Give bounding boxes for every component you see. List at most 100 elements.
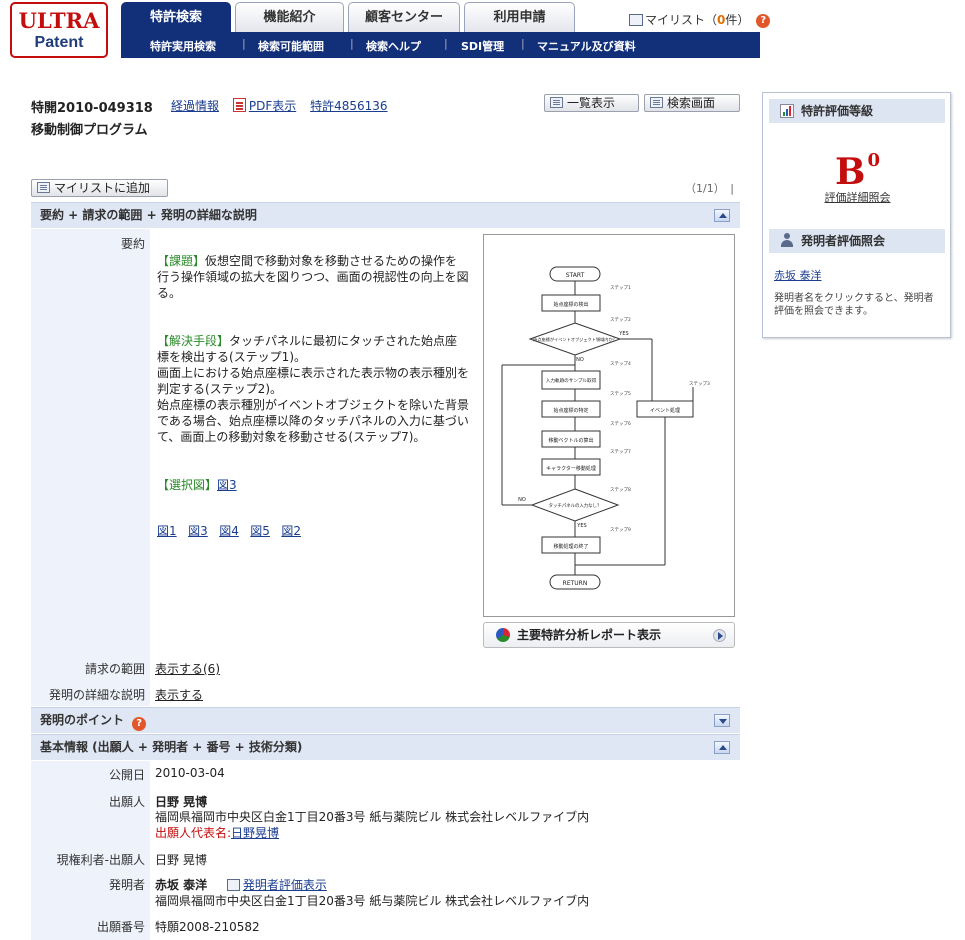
representative-figure[interactable]: START 始点座標の検出 始点座標がイベントオブジェクト領域内か？ 入力軌跡の… [483, 234, 735, 617]
pub-date-value: 2010-03-04 [155, 766, 225, 780]
applicant-label: 出願人 [108, 795, 145, 809]
tab-patent-search[interactable]: 特許検索 [121, 2, 231, 32]
logo-line2: Patent [34, 34, 84, 51]
subnav-search-help[interactable]: 検索ヘルプ [366, 38, 421, 54]
grade-detail-link[interactable]: 評価詳細照会 [763, 189, 952, 205]
tab-features[interactable]: 機能紹介 [235, 2, 344, 32]
flow-step4-label: 入力軌跡のサンプル取得 [546, 377, 597, 384]
pdf-icon [232, 98, 246, 112]
points-help-icon[interactable]: ? [132, 717, 147, 731]
app-no-value: 特願2008-210582 [155, 920, 260, 934]
claims-label: 請求の範囲 [84, 662, 145, 676]
pdf-link[interactable]: PDF表示 [249, 99, 296, 113]
problem-tag: 【課題】 [157, 254, 206, 268]
flow-step7-label: キャラクター移動処理 [546, 465, 596, 472]
sidebar-inventor-note: 発明者名をクリックすると、発明者評価を照会できます。 [774, 293, 934, 317]
details-label: 発明の詳細な説明 [48, 688, 145, 702]
summary-label-column [31, 229, 150, 706]
grade-header: 特許評価等級 [769, 99, 945, 123]
grade-header-title: 特許評価等級 [801, 104, 874, 118]
solution-text-2: 画面上における始点座標に表示された表示物の表示種別を判定する(ステップ2)。 [157, 366, 470, 396]
applicant-rep-link[interactable]: 日野晃博 [231, 826, 279, 840]
selected-figure-tag: 【選択図】 [157, 478, 218, 492]
page-count: （1/1） | [685, 182, 734, 195]
points-section-header: 発明のポイント ? [31, 707, 740, 733]
flow-step2-num: ステップ2 [610, 317, 631, 323]
inventor-eval-header: 発明者評価照会 [769, 229, 945, 253]
claims-show-link[interactable]: 表示する(6) [155, 660, 220, 677]
play-icon [713, 629, 726, 642]
collapse-icon-basic[interactable] [714, 741, 730, 754]
document-number: 特開2010-049318 [31, 101, 153, 116]
summary-section-title: 要約 + 請求の範囲 + 発明の詳細な説明 [40, 208, 257, 222]
flow-end-label: RETURN [563, 580, 588, 587]
inventor-row: 赤坂 泰洋 発明者評価表示 [155, 876, 327, 893]
mylist-link[interactable]: マイリスト（0件） ? [629, 11, 771, 28]
mylist-label-post: 件） [725, 13, 750, 27]
inventor-name: 赤坂 泰洋 [155, 878, 208, 892]
logo-line1: ULTRA [18, 8, 100, 33]
expand-icon[interactable] [714, 714, 730, 727]
subnav-manuals[interactable]: マニュアル及び資料 [537, 38, 636, 54]
selected-figure-link[interactable]: 図3 [217, 478, 237, 492]
list-icon [550, 97, 563, 108]
flow-step8-label: タッチパネルの入力なし？ [549, 502, 602, 509]
sub-navigation: 特許実用検索 | 検索可能範囲 | 検索ヘルプ | SDI管理 | マニュアル及… [121, 32, 760, 58]
ultra-patent-logo[interactable]: ULTRA Patent [10, 2, 108, 58]
subnav-sdi-management[interactable]: SDI管理 [461, 38, 504, 54]
figure-link-1[interactable]: 図1 [157, 524, 177, 538]
flow-start-label: START [566, 272, 585, 279]
applicant-rep-label: 出願人代表名: [155, 826, 232, 840]
figure-link-2[interactable]: 図2 [281, 524, 301, 538]
flow-step1-label: 始点座標の検出 [553, 301, 588, 308]
flow-step6-num: ステップ6 [610, 421, 631, 427]
help-icon[interactable]: ? [756, 13, 771, 28]
bar-chart-icon [780, 104, 794, 118]
list-view-button[interactable]: 一覧表示 [544, 94, 639, 112]
figure-link-4[interactable]: 図4 [219, 524, 239, 538]
holder-label: 現権利者-出願人 [56, 853, 145, 867]
collapse-icon[interactable] [714, 209, 730, 222]
person-icon [780, 233, 794, 248]
flow-step6-label: 移動ベクトルの算出 [548, 437, 593, 444]
flow-step7-num: ステップ7 [610, 449, 631, 455]
document-title: 移動制御プログラム [31, 123, 148, 138]
applicant-address: 福岡県福岡市中央区白金1丁目20番3号 紙与薬院ビル 株式会社レベルファイブ内 [155, 810, 590, 824]
flow-no-label-1: NO [576, 357, 584, 363]
flow-step4-num: ステップ4 [610, 361, 631, 367]
subnav-searchable-range[interactable]: 検索可能範囲 [258, 38, 324, 54]
search-screen-icon [650, 97, 663, 108]
basic-info-section-title: 基本情報 (出願人 + 発明者 + 番号 + 技術分類) [40, 740, 303, 754]
flow-step9-label: 移動処理の終了 [553, 543, 588, 550]
solution-text-3: 始点座標の表示種別がイベントオブジェクトを除いた背景である場合、始点座標以降のタ… [157, 398, 470, 444]
flow-step8-num: ステップ8 [610, 487, 631, 493]
search-screen-button[interactable]: 検索画面 [644, 94, 740, 112]
flow-step5-label: 始点座標の特定 [553, 407, 588, 414]
abstract-text: 【課題】仮想空間で移動対象を移動させるための操作を行う操作領域の拡大を図りつつ、… [157, 253, 469, 539]
patent-analysis-report-button[interactable]: 主要特許分析レポート表示 [483, 622, 735, 648]
add-mylist-button[interactable]: マイリストに追加 [31, 179, 168, 197]
figure-link-5[interactable]: 図5 [250, 524, 270, 538]
app-no-label: 出願番号 [96, 920, 145, 934]
patent-link[interactable]: 特許4856136 [310, 99, 387, 113]
flow-no-label-2: NO [518, 497, 526, 503]
inventor-eval-icon [226, 879, 240, 891]
add-mylist-icon [37, 182, 50, 193]
sidebar-inventor-link[interactable]: 赤坂 泰洋 [774, 267, 822, 283]
inventor-eval-header-title: 発明者評価照会 [801, 234, 886, 248]
evaluation-sidebar: 特許評価等級 B0 評価詳細照会 発明者評価照会 赤坂 泰洋 発明者名をクリック… [762, 92, 951, 338]
grade-sup: 0 [867, 150, 880, 171]
tab-application[interactable]: 利用申請 [464, 2, 575, 32]
inventor-address: 福岡県福岡市中央区白金1丁目20番3号 紙与薬院ビル 株式会社レベルファイブ内 [155, 894, 590, 908]
basic-info-section-header: 基本情報 (出願人 + 発明者 + 番号 + 技術分類) [31, 734, 740, 760]
mylist-icon [629, 14, 643, 26]
figure-link-3[interactable]: 図3 [188, 524, 208, 538]
tab-customer-center[interactable]: 顧客センター [348, 2, 460, 32]
details-show-link[interactable]: 表示する [155, 686, 203, 703]
inventor-eval-link[interactable]: 発明者評価表示 [243, 878, 327, 892]
flow-step1-num: ステップ1 [610, 285, 631, 291]
history-link[interactable]: 経過情報 [171, 99, 219, 113]
flow-yes-label-2: YES [576, 523, 586, 529]
flow-step2-label: 始点座標がイベントオブジェクト領域内か？ [533, 336, 617, 343]
subnav-patent-utility-search[interactable]: 特許実用検索 [150, 38, 216, 54]
